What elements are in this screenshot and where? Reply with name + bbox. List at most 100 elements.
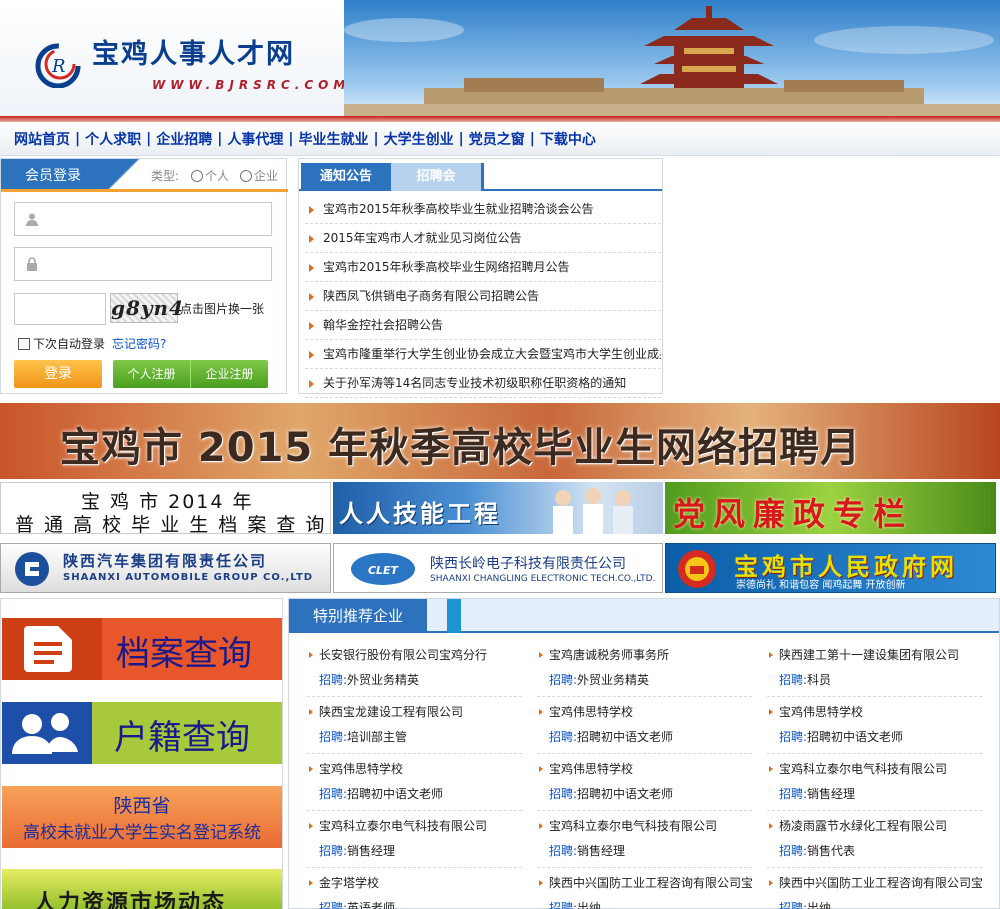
logo-area[interactable]: R 宝鸡人事人才网 WWW.BJRSRC.COM (0, 0, 345, 120)
radio-circle-icon (191, 170, 203, 182)
company-name-link[interactable]: 宝鸡伟思特学校 (537, 759, 752, 779)
company-name-link[interactable]: 陕西中兴国防工业工程咨询有限公司宝鸡分公司 (767, 873, 982, 893)
archive-query-link[interactable]: 档案查询 (2, 618, 282, 680)
company-name-link[interactable]: 陕西中兴国防工业工程咨询有限公司宝鸡分公司 (537, 873, 752, 893)
company-name-link[interactable]: 杨凌雨露节水绿化工程有限公司 (767, 816, 982, 836)
radio-personal[interactable]: 个人 (191, 167, 229, 184)
notice-item[interactable]: 陕西凤飞供销电子商务有限公司招聘公告 (305, 282, 661, 311)
nav-separator: | (217, 130, 223, 147)
integrity-banner-text: 党风廉政专栏 (673, 495, 914, 533)
job-line[interactable]: 招聘:出纳 (549, 898, 601, 909)
shaanxi-auto-name: 陕西汽车集团有限责任公司 (63, 552, 268, 570)
integrity-column-banner[interactable]: 党风廉政专栏 (665, 482, 996, 534)
changling-english: SHAANXI CHANGLING ELECTRONIC TECH.CO.,LT… (430, 574, 656, 584)
notice-item[interactable]: 宝鸡市2015年秋季高校毕业生网络招聘月公告 (305, 253, 661, 282)
job-line[interactable]: 招聘:外贸业务精英 (319, 670, 419, 690)
login-tab[interactable]: 会员登录 (1, 159, 105, 191)
main-nav: 网站首页 | 个人求职 | 企业招聘 | 人事代理 | 毕业生就业 | 大学生创业 | 党员… (0, 122, 1000, 156)
notice-item[interactable]: 宝鸡市隆重举行大学生创业协会成立大会暨宝鸡市大学生创业成果展 (305, 340, 661, 369)
nav-item-graduate-employment[interactable]: 毕业生就业 (299, 129, 369, 149)
job-line[interactable]: 招聘:科员 (779, 670, 831, 690)
login-button[interactable]: 登录 (14, 360, 102, 388)
shaanxi-auto-banner[interactable]: 陕西汽车集团有限责任公司 SHAANXI AUTOMOBILE GROUP CO… (0, 543, 331, 593)
tab-job-fairs[interactable]: 招聘会 (391, 163, 484, 191)
household-query-link[interactable]: 户籍查询 (2, 702, 282, 764)
captcha-image[interactable]: g8yn4 (110, 293, 183, 323)
job-line[interactable]: 招聘:销售经理 (779, 784, 855, 804)
nav-item-home[interactable]: 网站首页 (14, 129, 70, 149)
company-card: 陕西中兴国防工业工程咨询有限公司宝鸡分公司招聘:出纳 (767, 873, 982, 909)
changling-banner[interactable]: CLET 陕西长岭电子科技有限责任公司 SHAANXI CHANGLING EL… (333, 543, 663, 593)
register-company-button[interactable]: 企业注册 (191, 360, 268, 388)
company-card: 长安银行股份有限公司宝鸡分行招聘:外贸业务精英 (307, 645, 522, 697)
unemployed-graduate-registration-link[interactable]: 陕西省 高校未就业大学生实名登记系统 (2, 786, 282, 848)
skills-project-banner[interactable]: 人人技能工程 (333, 482, 663, 534)
job-title: 招聘初中语文老师 (807, 730, 904, 744)
baoji-gov-banner[interactable]: 宝鸡市人民政府网 崇德尚礼 和谐包容 闻鸡起舞 开放创新 (665, 543, 996, 593)
job-line[interactable]: 招聘:招聘初中语文老师 (779, 727, 903, 747)
nav-item-job-seeking[interactable]: 个人求职 (85, 129, 141, 149)
job-title: 培训部主管 (347, 730, 408, 744)
nav-item-party-window[interactable]: 党员之窗 (469, 129, 525, 149)
company-name-link[interactable]: 宝鸡伟思特学校 (537, 702, 752, 722)
notice-item[interactable]: 关于孙军涛等14名同志专业技术初级职称任职资格的通知 (305, 369, 661, 398)
site-title: 宝鸡人事人才网 (92, 39, 295, 70)
tab-announcements[interactable]: 通知公告 (301, 163, 391, 191)
job-line[interactable]: 招聘:培训部主管 (319, 727, 407, 747)
job-title: 英语老师 (347, 901, 396, 909)
register-personal-button[interactable]: 个人注册 (113, 360, 190, 388)
username-input[interactable] (14, 202, 272, 236)
job-line[interactable]: 招聘:招聘初中语文老师 (549, 727, 673, 747)
company-name-link[interactable]: 长安银行股份有限公司宝鸡分行 (307, 645, 522, 665)
company-name-link[interactable]: 陕西建工第十一建设集团有限公司 (767, 645, 982, 665)
company-name-link[interactable]: 宝鸡唐诚税务师事务所 (537, 645, 752, 665)
job-line[interactable]: 招聘:招聘初中语文老师 (549, 784, 673, 804)
job-line[interactable]: 招聘:销售经理 (549, 841, 625, 861)
job-line[interactable]: 招聘:销售经理 (319, 841, 395, 861)
company-name-link[interactable]: 宝鸡科立泰尔电气科技有限公司 (767, 759, 982, 779)
site-header: R 宝鸡人事人才网 WWW.BJRSRC.COM (0, 0, 1000, 122)
notice-panel: 通知公告 招聘会 宝鸡市2015年秋季高校毕业生就业招聘洽谈会公告 2015年宝… (298, 158, 663, 398)
company-card: 宝鸡伟思特学校招聘:招聘初中语文老师 (537, 759, 752, 811)
job-line[interactable]: 招聘:英语老师 (319, 898, 395, 909)
company-name-link[interactable]: 宝鸡伟思特学校 (767, 702, 982, 722)
archive-query-label: 档案查询 (116, 634, 252, 674)
job-line[interactable]: 招聘:出纳 (779, 898, 831, 909)
changling-name: 陕西长岭电子科技有限责任公司 (430, 556, 626, 572)
job-title: 销售经理 (807, 787, 856, 801)
company-name-link[interactable]: 宝鸡伟思特学校 (307, 759, 522, 779)
auto-login-checkbox[interactable]: 下次自动登录 (18, 335, 105, 352)
company-name-link[interactable]: 宝鸡科立泰尔电气科技有限公司 (537, 816, 752, 836)
job-prefix: 招聘: (549, 901, 578, 909)
nav-item-hr-agency[interactable]: 人事代理 (227, 129, 283, 149)
captcha-input[interactable] (14, 293, 106, 325)
archive-query-banner[interactable]: 宝 鸡 市 2014 年 普 通 高 校 毕 业 生 档 案 查 询 (0, 482, 331, 534)
job-prefix: 招聘: (779, 901, 808, 909)
forgot-password-link[interactable]: 忘记密码? (112, 335, 166, 352)
company-name-link[interactable]: 陕西宝龙建设工程有限公司 (307, 702, 522, 722)
hr-market-news-label: 人力资源市场动态 (34, 891, 227, 909)
nav-item-downloads[interactable]: 下载中心 (540, 129, 596, 149)
radio-company[interactable]: 企业 (240, 167, 278, 184)
job-title: 销售代表 (807, 844, 856, 858)
nav-separator: | (288, 130, 294, 147)
hr-market-news-link[interactable]: 人力资源市场动态 (2, 869, 282, 909)
job-title: 招聘初中语文老师 (577, 730, 674, 744)
job-line[interactable]: 招聘:招聘初中语文老师 (319, 784, 443, 804)
job-line[interactable]: 招聘:外贸业务精英 (549, 670, 649, 690)
nav-item-entrepreneurship[interactable]: 大学生创业 (384, 129, 454, 149)
job-line[interactable]: 招聘:销售代表 (779, 841, 855, 861)
lock-icon (27, 257, 37, 271)
password-input[interactable] (14, 247, 272, 281)
company-name-link[interactable]: 金字塔学校 (307, 873, 522, 893)
recruitment-month-banner[interactable]: 宝鸡市 2015 年秋季高校毕业生网络招聘月 (0, 403, 1000, 479)
company-name-link[interactable]: 宝鸡科立泰尔电气科技有限公司 (307, 816, 522, 836)
nav-item-recruitment[interactable]: 企业招聘 (156, 129, 212, 149)
notice-item[interactable]: 2015年宝鸡市人才就业见习岗位公告 (305, 224, 661, 253)
notice-item[interactable]: 宝鸡市2015年秋季高校毕业生就业招聘洽谈会公告 (305, 195, 661, 224)
register-buttons: 个人注册 企业注册 (113, 360, 268, 388)
login-tab-decoration (105, 159, 141, 191)
radio-company-label: 企业 (254, 169, 279, 183)
notice-item[interactable]: 翰华金控社会招聘公告 (305, 311, 661, 340)
job-title: 外贸业务精英 (347, 673, 420, 687)
